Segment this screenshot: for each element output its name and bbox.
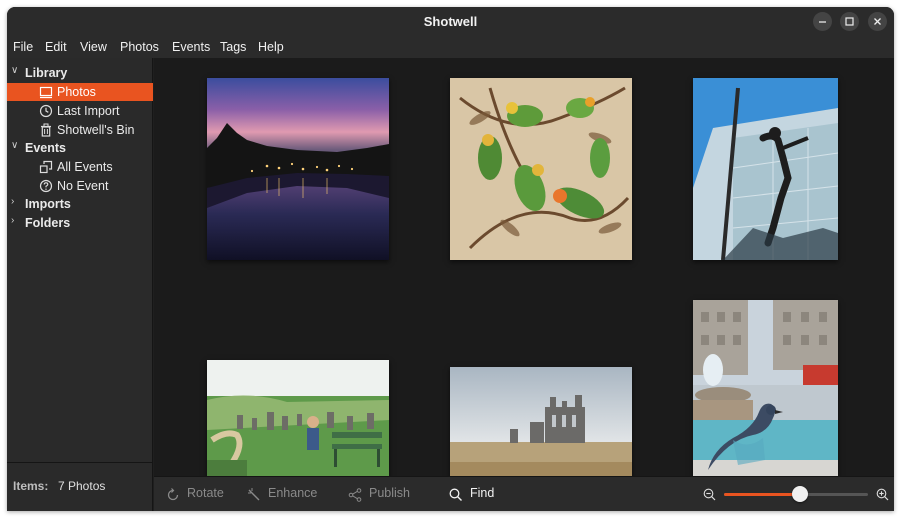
sidebar-item-events[interactable]: ∨ Events <box>7 139 153 157</box>
close-button[interactable] <box>868 12 887 31</box>
sidebar-item-label: Shotwell's Bin <box>57 123 135 137</box>
photo-grid[interactable] <box>154 58 894 481</box>
menu-file[interactable]: File <box>13 40 33 54</box>
magic-wand-icon <box>248 488 260 501</box>
sidebar-item-label: Photos <box>57 85 96 99</box>
bottom-toolbar: Rotate Enhance Publish Find <box>154 476 894 511</box>
sidebar-item-label: Folders <box>25 216 71 230</box>
photo-thumbnail[interactable] <box>693 78 838 260</box>
zoom-slider-fill <box>724 493 801 496</box>
sidebar-item-label: Library <box>25 66 68 80</box>
window-title: Shotwell <box>423 14 478 29</box>
zoom-in-icon[interactable] <box>876 488 889 501</box>
rotate-label: Rotate <box>187 486 224 500</box>
chevron-down-icon[interactable]: ∨ <box>11 140 18 151</box>
sidebar-footer: Items: 7 Photos <box>7 462 153 511</box>
enhance-label: Enhance <box>268 486 318 500</box>
title-bar[interactable]: Shotwell <box>7 7 894 36</box>
events-icon <box>39 160 53 174</box>
sidebar-item-label: No Event <box>57 179 109 193</box>
zoom-out-icon[interactable] <box>703 488 716 501</box>
menu-view[interactable]: View <box>80 40 107 54</box>
items-count-value: 7 Photos <box>58 479 106 493</box>
sidebar-item-photos[interactable]: Photos <box>7 83 153 101</box>
find-label: Find <box>470 486 495 500</box>
photos-icon <box>39 86 53 99</box>
photo-parrots-illustration <box>450 78 632 260</box>
menu-tags[interactable]: Tags <box>220 40 246 54</box>
minimize-button[interactable] <box>813 12 832 31</box>
publish-label: Publish <box>369 486 410 500</box>
sidebar-item-label: Imports <box>25 197 71 211</box>
sidebar-item-library[interactable]: ∨ Library <box>7 64 153 82</box>
sidebar-item-last-import[interactable]: Last Import <box>7 102 153 120</box>
zoom-slider[interactable] <box>724 486 868 502</box>
trash-icon <box>41 123 51 137</box>
sidebar-item-imports[interactable]: › Imports <box>7 195 153 213</box>
photo-climbing-wall <box>693 78 838 260</box>
photo-thumbnail[interactable] <box>450 78 632 260</box>
photo-square-pigeon <box>693 300 838 480</box>
search-icon <box>449 488 462 501</box>
sidebar-item-label: All Events <box>57 160 113 174</box>
clock-icon <box>39 104 53 118</box>
chevron-down-icon[interactable]: ∨ <box>11 65 18 76</box>
photo-sunset-river <box>207 78 389 260</box>
menu-help[interactable]: Help <box>258 40 284 54</box>
chevron-right-icon[interactable]: › <box>11 196 14 207</box>
share-icon <box>348 488 362 502</box>
photo-abbey-ruins <box>450 367 632 480</box>
items-count-label: Items: <box>13 479 49 493</box>
sidebar-item-folders[interactable]: › Folders <box>7 214 153 232</box>
menu-photos[interactable]: Photos <box>120 40 159 54</box>
menu-edit[interactable]: Edit <box>45 40 67 54</box>
chevron-right-icon[interactable]: › <box>11 215 14 226</box>
photo-thumbnail[interactable] <box>207 360 389 481</box>
sidebar: ∨ Library Photos Last Import Shotwell's … <box>7 58 153 462</box>
photo-thumbnail[interactable] <box>693 300 838 480</box>
app-window: Shotwell File Edit View Photos Events Ta… <box>7 7 894 511</box>
menu-events[interactable]: Events <box>172 40 210 54</box>
rotate-icon <box>167 488 179 501</box>
sidebar-item-no-event[interactable]: No Event <box>7 177 153 195</box>
photo-graveyard-bench <box>207 360 389 481</box>
sidebar-item-all-events[interactable]: All Events <box>7 158 153 176</box>
sidebar-item-label: Events <box>25 141 66 155</box>
photo-thumbnail[interactable] <box>207 78 389 260</box>
sidebar-item-label: Last Import <box>57 104 120 118</box>
zoom-slider-handle[interactable] <box>792 486 809 502</box>
photo-thumbnail[interactable] <box>450 367 632 480</box>
menu-bar: File Edit View Photos Events Tags Help <box>7 36 894 58</box>
question-icon <box>39 179 53 193</box>
sidebar-item-bin[interactable]: Shotwell's Bin <box>7 121 153 139</box>
maximize-button[interactable] <box>840 12 859 31</box>
